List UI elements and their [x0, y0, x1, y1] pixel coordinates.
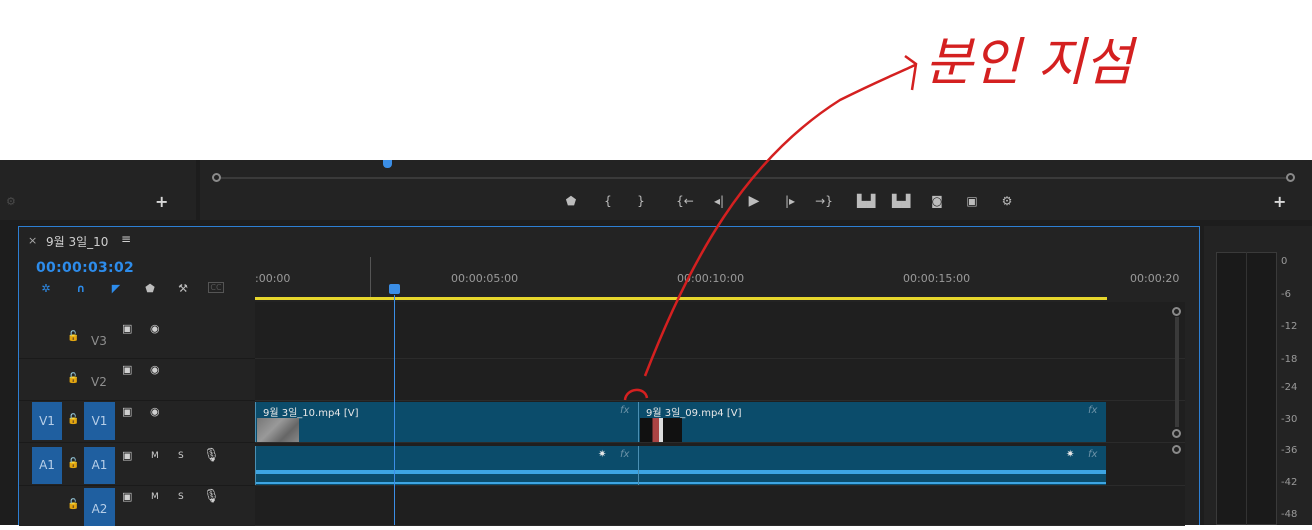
annotation-text: 분인 지섬: [925, 33, 1138, 93]
annotation-arrow: [643, 63, 916, 377]
annotation-overlay: 분인 지섬: [623, 33, 1138, 401]
annotation-arrowhead: [904, 54, 918, 91]
annotation-circle: [623, 388, 649, 401]
